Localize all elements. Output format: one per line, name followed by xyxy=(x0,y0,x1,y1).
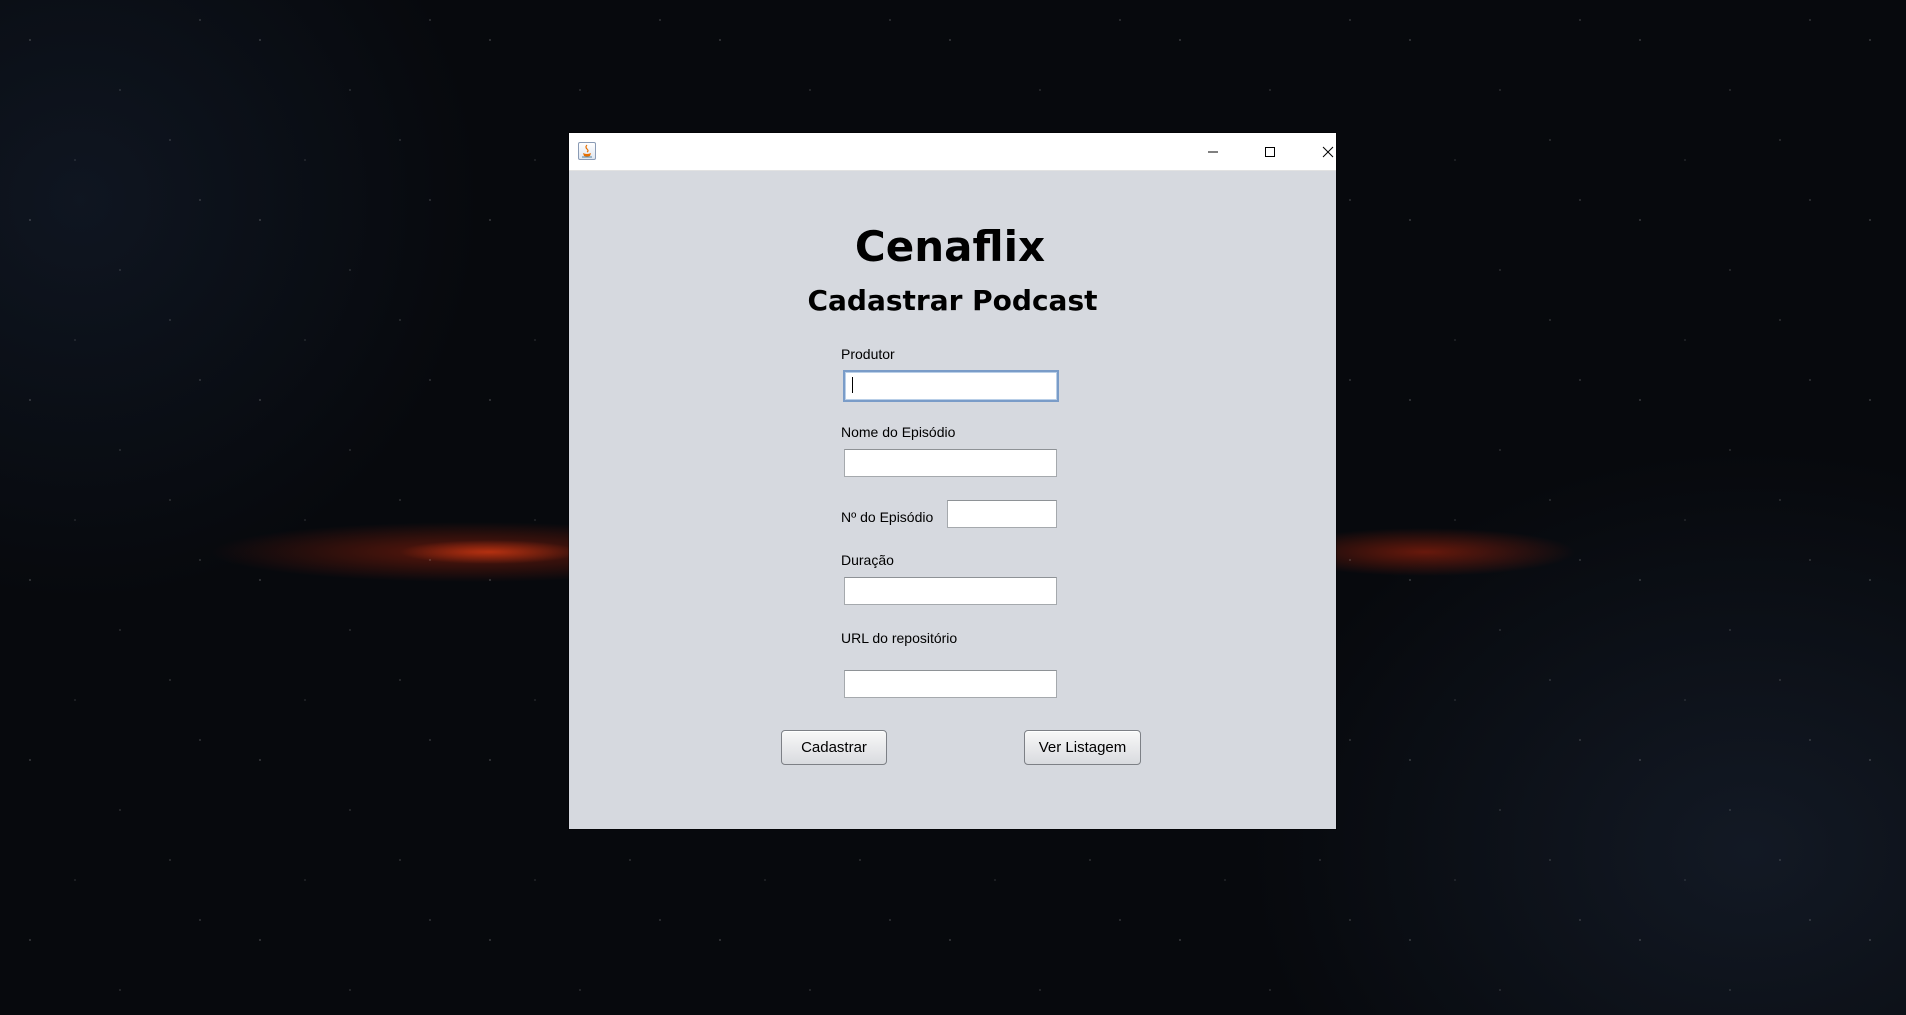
java-app-icon[interactable] xyxy=(578,142,596,160)
url-repositorio-label: URL do repositório xyxy=(841,630,958,646)
close-button[interactable] xyxy=(1305,133,1351,170)
numero-episodio-input[interactable] xyxy=(947,500,1057,528)
text-caret xyxy=(852,377,853,393)
ver-listagem-button[interactable]: Ver Listagem xyxy=(1024,730,1141,765)
nome-episodio-label: Nome do Episódio xyxy=(841,424,956,440)
produtor-label: Produtor xyxy=(841,346,895,362)
produtor-input[interactable] xyxy=(843,370,1059,402)
close-icon xyxy=(1322,146,1334,157)
window-titlebar[interactable] xyxy=(569,133,1336,171)
maximize-button[interactable] xyxy=(1247,133,1293,170)
minimize-icon xyxy=(1208,151,1218,152)
form-title: Cadastrar Podcast xyxy=(807,284,1098,317)
maximize-icon xyxy=(1265,146,1275,157)
cadastrar-button[interactable]: Cadastrar xyxy=(781,730,887,765)
url-repositorio-input[interactable] xyxy=(844,670,1057,698)
duracao-input[interactable] xyxy=(844,577,1057,605)
minimize-button[interactable] xyxy=(1190,133,1236,170)
duracao-label: Duração xyxy=(841,552,894,568)
numero-episodio-label: Nº do Episódio xyxy=(841,509,934,525)
app-title: Cenaflix xyxy=(854,222,1046,271)
nome-episodio-input[interactable] xyxy=(844,449,1057,477)
form-panel: Cenaflix Cadastrar Podcast Produtor Nome… xyxy=(569,171,1336,830)
cadastro-window: Cenaflix Cadastrar Podcast Produtor Nome… xyxy=(569,133,1336,829)
